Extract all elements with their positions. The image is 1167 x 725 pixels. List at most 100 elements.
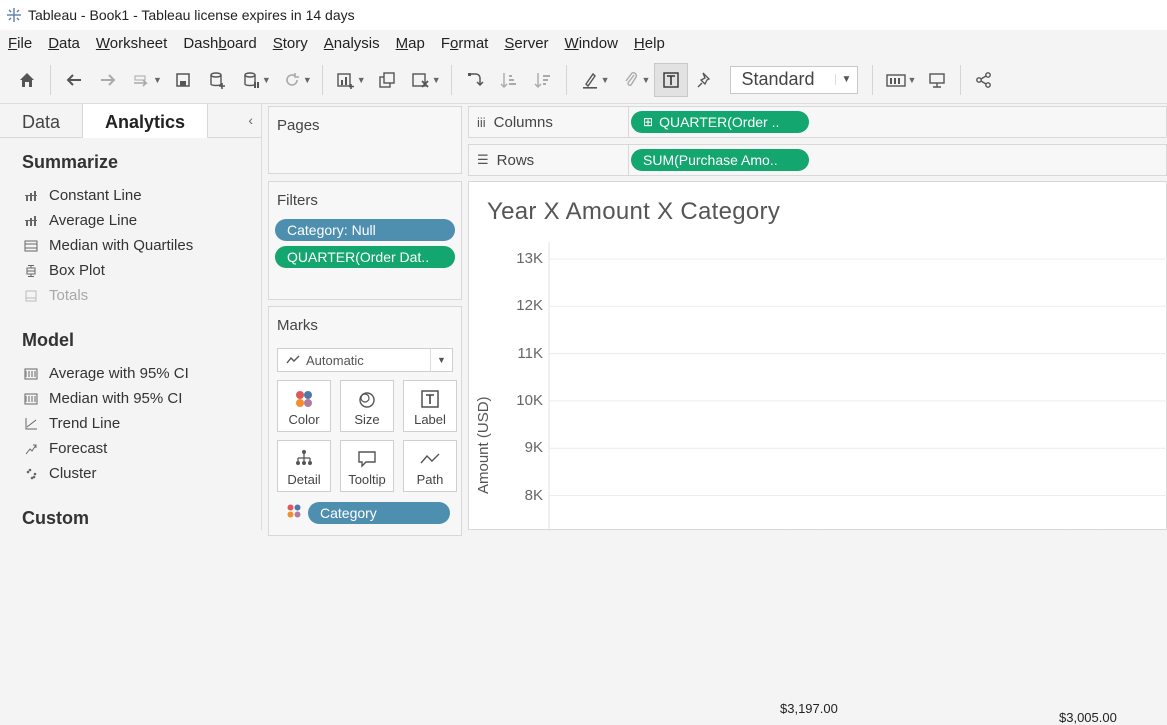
analytics-item-label: Cluster: [49, 465, 97, 482]
filters-card[interactable]: Filters Category: Null QUARTER(Order Dat…: [268, 181, 462, 300]
trend-line-icon: [24, 417, 38, 431]
menu-item[interactable]: File: [8, 35, 32, 52]
analytics-item-label: Box Plot: [49, 262, 105, 279]
menu-item[interactable]: Data: [48, 35, 80, 52]
menu-item[interactable]: Help: [634, 35, 665, 52]
menu-item[interactable]: Format: [441, 35, 489, 52]
fit-dropdown-value: Standard: [741, 69, 815, 89]
detail-button[interactable]: Detail: [277, 440, 331, 492]
median-ci-icon: [24, 392, 38, 406]
mark-type-dropdown[interactable]: Automatic ▼: [277, 348, 453, 372]
columns-pill-quarter[interactable]: ⊞ QUARTER(Order ..: [631, 111, 809, 133]
new-datasource-icon[interactable]: [200, 63, 234, 97]
cards-column: Pages Filters Category: Null QUARTER(Ord…: [268, 104, 462, 536]
color-button[interactable]: Color: [277, 380, 331, 432]
analytics-item-label: Trend Line: [49, 415, 121, 432]
analytics-item-average-ci[interactable]: Average with 95% CI: [0, 361, 261, 386]
filters-title: Filters: [277, 192, 318, 209]
marks-pill-category[interactable]: Category: [308, 502, 450, 524]
constant-line-icon: [24, 189, 38, 203]
toolbar: ▼ ▼ ▼ ▼ ▼ ▼ ▼ Standard ▼ ▼: [0, 56, 1167, 104]
marks-title: Marks: [277, 317, 318, 334]
columns-label-text: Columns: [493, 113, 553, 131]
color-field-icon: [286, 503, 302, 524]
data-label: $3,005.00: [1059, 709, 1117, 725]
totals-icon: [24, 289, 38, 303]
tab-analytics[interactable]: Analytics: [82, 104, 209, 138]
presentation-mode-icon[interactable]: [920, 63, 954, 97]
pages-card[interactable]: Pages: [268, 106, 462, 174]
analytics-item-trend-line[interactable]: Trend Line: [0, 411, 261, 436]
worksheet-view: Year X Amount X Category 13K 12K 11K 10K 9K 8…: [468, 181, 1167, 725]
menu-item[interactable]: Server: [504, 35, 548, 52]
detail-button-label: Detail: [287, 472, 321, 487]
size-button[interactable]: Size: [340, 380, 394, 432]
analytics-item-constant-line[interactable]: Constant Line: [0, 183, 261, 208]
chevron-down-icon: ▼: [430, 349, 452, 371]
tooltip-icon: [357, 446, 377, 472]
menu-item[interactable]: Analysis: [324, 35, 380, 52]
tooltip-button[interactable]: Tooltip: [340, 440, 394, 492]
marks-buttons-grid: Color Size Label Detail Tooltip Path: [277, 380, 461, 492]
analytics-item-label: Forecast: [49, 440, 108, 457]
tooltip-button-label: Tooltip: [348, 472, 386, 487]
analytics-item-cluster[interactable]: Cluster: [0, 461, 261, 486]
redo-icon[interactable]: [91, 63, 125, 97]
mark-type-value: Automatic: [306, 352, 364, 368]
tab-data[interactable]: Data: [0, 104, 82, 137]
menu-item[interactable]: Dashboard: [183, 35, 256, 52]
analytics-item-box-plot[interactable]: Box Plot: [0, 258, 261, 283]
duplicate-sheet-icon[interactable]: [370, 63, 404, 97]
line-chart-plot: [548, 242, 1167, 531]
median-quartiles-icon: [24, 239, 38, 253]
menu-item[interactable]: Window: [565, 35, 618, 52]
save-icon[interactable]: [166, 63, 200, 97]
collapse-pane-icon[interactable]: ‹: [248, 112, 253, 128]
cluster-icon: [24, 467, 38, 481]
analytics-item-median-ci[interactable]: Median with 95% CI: [0, 386, 261, 411]
rows-icon: ☰: [477, 152, 489, 167]
expand-plus-icon[interactable]: ⊞: [643, 115, 653, 129]
filter-pill-quarter[interactable]: QUARTER(Order Dat..: [275, 246, 455, 268]
columns-shelf[interactable]: iii Columns ⊞ QUARTER(Order ..: [468, 106, 1167, 138]
tableau-logo-icon: [6, 7, 22, 23]
analytics-item-label: Constant Line: [49, 187, 142, 204]
section-custom-title: Custom: [22, 508, 89, 528]
average-ci-icon: [24, 367, 38, 381]
undo-icon[interactable]: [57, 63, 91, 97]
forecast-icon: [24, 442, 38, 456]
analytics-item-label: Average with 95% CI: [49, 365, 189, 382]
analytics-item-label: Median with 95% CI: [49, 390, 183, 407]
menu-item[interactable]: Story: [273, 35, 308, 52]
path-button[interactable]: Path: [403, 440, 457, 492]
columns-icon: iii: [477, 114, 486, 130]
section-summarize-title: Summarize: [22, 152, 119, 172]
box-plot-icon: [24, 264, 38, 278]
sort-ascending-icon[interactable]: [492, 63, 526, 97]
sort-descending-icon[interactable]: [526, 63, 560, 97]
columns-shelf-label: iii Columns: [469, 107, 629, 137]
swap-rows-columns-icon[interactable]: [458, 63, 492, 97]
fit-dropdown[interactable]: Standard ▼: [730, 65, 859, 94]
home-icon[interactable]: [10, 63, 44, 97]
section-model-title: Model: [22, 330, 74, 350]
size-icon: [357, 386, 377, 412]
pin-axes-icon[interactable]: [688, 63, 722, 97]
color-button-label: Color: [288, 412, 320, 427]
analytics-item-median-quartiles[interactable]: Median with Quartiles: [0, 233, 261, 258]
columns-pill-label: QUARTER(Order ..: [659, 114, 780, 130]
label-button[interactable]: Label: [403, 380, 457, 432]
window-title: Tableau - Book1 - Tableau license expire…: [28, 7, 355, 23]
analytics-item-average-line[interactable]: Average Line: [0, 208, 261, 233]
menu-item[interactable]: Worksheet: [96, 35, 167, 52]
share-icon[interactable]: [967, 63, 1001, 97]
filter-pill-category[interactable]: Category: Null: [275, 219, 455, 241]
show-mark-labels-icon[interactable]: [654, 62, 689, 97]
rows-shelf[interactable]: ☰ Rows SUM(Purchase Amo..: [468, 144, 1167, 176]
analytics-item-label: Average Line: [49, 212, 138, 229]
marks-card: Marks Automatic ▼ Color Size Label Detai…: [268, 306, 462, 536]
pages-title: Pages: [277, 117, 320, 134]
rows-pill-sum[interactable]: SUM(Purchase Amo..: [631, 149, 809, 171]
analytics-item-forecast[interactable]: Forecast: [0, 436, 261, 461]
menu-item[interactable]: Map: [396, 35, 425, 52]
